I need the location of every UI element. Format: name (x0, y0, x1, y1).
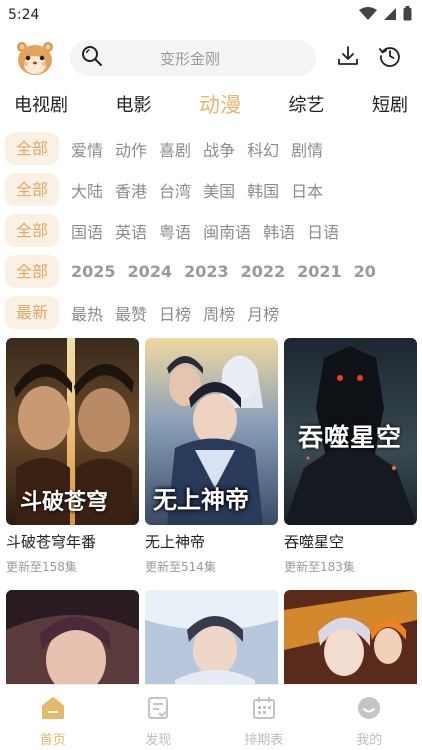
region-filter-option[interactable]: 韩国 (247, 178, 279, 202)
poster-image[interactable] (6, 590, 139, 690)
card-title: 吞噬星空 (284, 533, 345, 551)
language-filter-row: 全部 国语 英语 粤语 闽南语 韩语 日语 (0, 210, 422, 251)
calendar-icon (251, 695, 277, 725)
anime-card[interactable] (6, 590, 139, 690)
poster-image[interactable] (284, 590, 417, 690)
card-title: 斗破苍穹年番 (6, 533, 97, 551)
poster-title-calligraphy: 斗破苍穹 (20, 489, 109, 515)
signal-icon (383, 6, 397, 25)
language-filter-option[interactable]: 日语 (307, 219, 339, 243)
search-placeholder: 变形金刚 (159, 49, 220, 68)
anime-card[interactable] (145, 590, 278, 690)
nav-home[interactable]: 首页 (0, 685, 106, 750)
genre-filter-option[interactable]: 爱情 (71, 137, 103, 161)
sort-filter-option[interactable]: 日榜 (159, 301, 191, 325)
card-episode-status: 更新至158集 (6, 560, 77, 574)
language-filter-option[interactable]: 国语 (71, 219, 103, 243)
poster-title-calligraphy: 吞噬星空 (298, 423, 403, 452)
year-filter-option[interactable]: 2022 (241, 262, 286, 281)
genre-filter-option[interactable]: 动作 (115, 137, 147, 161)
status-bar: 5:24 (0, 0, 422, 30)
wifi-icon (359, 6, 377, 25)
genre-filter-option[interactable]: 战争 (203, 137, 235, 161)
discover-icon (145, 695, 171, 725)
region-filter-option[interactable]: 香港 (115, 178, 147, 202)
category-tabs: 电视剧 电影 动漫 综艺 短剧 (0, 86, 422, 122)
poster-image[interactable]: 吞噬星空 (284, 338, 417, 525)
region-filter-option[interactable]: 日本 (291, 178, 323, 202)
region-filter-option[interactable]: 台湾 (159, 178, 191, 202)
filter-panel: 全部 爱情 动作 喜剧 战争 科幻 剧情 全部 大陆 香港 台湾 美国 韩国 日… (0, 122, 422, 333)
poster-image[interactable] (145, 590, 278, 690)
top-bar: 变形金刚 (0, 30, 422, 86)
sort-filter-row: 最新 最热 最赞 日榜 周榜 月榜 (0, 292, 422, 333)
home-icon (40, 695, 66, 725)
year-filter-option[interactable]: 2025 (71, 262, 116, 281)
genre-filter-row: 全部 爱情 动作 喜剧 战争 科幻 剧情 (0, 128, 422, 169)
genre-filter-option[interactable]: 科幻 (247, 137, 279, 161)
history-button[interactable] (378, 44, 402, 72)
poster-image[interactable]: 斗破苍穹 (6, 338, 139, 525)
battery-icon (403, 5, 412, 25)
year-filter-all[interactable]: 全部 (5, 255, 60, 288)
sort-filter-option[interactable]: 月榜 (247, 301, 279, 325)
language-filter-all[interactable]: 全部 (5, 214, 60, 247)
anime-card[interactable]: 无上神帝 无上神帝 更新至514集 (145, 338, 278, 575)
bottom-nav: 首页 发现 排期表 我的 (0, 684, 422, 750)
sort-filter-latest[interactable]: 最新 (5, 296, 60, 329)
download-icon (336, 44, 360, 72)
card-episode-status: 更新至514集 (145, 560, 216, 574)
nav-profile[interactable]: 我的 (317, 685, 422, 750)
language-filter-option[interactable]: 英语 (115, 219, 147, 243)
region-filter-option[interactable]: 大陆 (71, 178, 103, 202)
region-filter-all[interactable]: 全部 (5, 173, 60, 206)
year-filter-option[interactable]: 2024 (128, 262, 173, 281)
year-filter-option[interactable]: 2021 (297, 262, 342, 281)
region-filter-option[interactable]: 美国 (203, 178, 235, 202)
search-input[interactable]: 变形金刚 (70, 40, 316, 76)
download-button[interactable] (336, 44, 360, 72)
status-icons (359, 5, 412, 25)
nav-schedule[interactable]: 排期表 (211, 685, 317, 750)
year-filter-option[interactable]: 2023 (184, 262, 229, 281)
card-title: 无上神帝 (145, 533, 206, 551)
nav-label: 我的 (356, 733, 383, 748)
region-filter-row: 全部 大陆 香港 台湾 美国 韩国 日本 (0, 169, 422, 210)
anime-card[interactable] (284, 590, 417, 690)
hamster-avatar-icon[interactable] (14, 37, 56, 79)
status-time: 5:24 (8, 7, 40, 23)
poster-title-calligraphy: 无上神帝 (153, 485, 249, 514)
language-filter-option[interactable]: 闽南语 (203, 219, 251, 243)
nav-label: 首页 (39, 733, 66, 748)
tab-movie[interactable]: 电影 (116, 91, 152, 117)
sort-filter-option[interactable]: 最赞 (115, 301, 147, 325)
genre-filter-all[interactable]: 全部 (5, 132, 60, 165)
sort-filter-option[interactable]: 最热 (71, 301, 103, 325)
language-filter-option[interactable]: 韩语 (263, 219, 295, 243)
card-episode-status: 更新至183集 (284, 560, 355, 574)
year-filter-row: 全部 2025 2024 2023 2022 2021 20 (0, 251, 422, 292)
tab-short-drama[interactable]: 短剧 (372, 91, 408, 117)
nav-label: 发现 (145, 733, 172, 748)
search-icon (80, 44, 104, 72)
language-filter-option[interactable]: 粤语 (159, 219, 191, 243)
year-filter-option[interactable]: 20 (354, 262, 376, 281)
history-icon (378, 44, 402, 72)
tab-anime[interactable]: 动漫 (199, 89, 241, 119)
nav-discover[interactable]: 发现 (106, 685, 212, 750)
sort-filter-option[interactable]: 周榜 (203, 301, 235, 325)
poster-image[interactable]: 无上神帝 (145, 338, 278, 525)
genre-filter-option[interactable]: 剧情 (291, 137, 323, 161)
genre-filter-option[interactable]: 喜剧 (159, 137, 191, 161)
anime-card[interactable]: 吞噬星空 吞噬星空 更新至183集 (284, 338, 417, 575)
tab-tv-series[interactable]: 电视剧 (14, 91, 68, 117)
profile-icon (356, 695, 382, 725)
tab-variety[interactable]: 综艺 (289, 91, 325, 117)
nav-label: 排期表 (244, 733, 284, 748)
anime-card[interactable]: 斗破苍穹 斗破苍穹年番 更新至158集 (6, 338, 139, 575)
